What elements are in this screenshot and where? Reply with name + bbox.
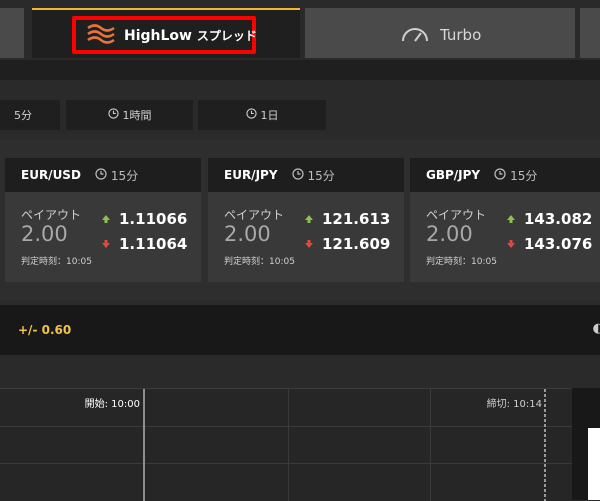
payout-label: ペイアウト (426, 208, 487, 222)
duration-label: 15分 (307, 168, 335, 183)
low-rate[interactable]: 143.076 (506, 235, 592, 253)
chart-side-panel (572, 388, 600, 500)
time-filter-label: 1日 (260, 109, 279, 122)
time-filter-label: 5分 (14, 109, 32, 122)
high-rate[interactable]: 143.082 (506, 210, 592, 228)
duration-label: 15分 (110, 168, 139, 183)
arrow-down-icon (304, 235, 314, 253)
tab-turbo[interactable]: Turbo (305, 8, 575, 58)
grid-line (0, 463, 572, 464)
asset-card-eur-usd[interactable]: EUR/USD 15分 ペイアウト 2.00 判定時刻：10:05 1.1106… (5, 158, 201, 282)
arrow-up-icon (304, 210, 314, 228)
asset-card-eur-jpy[interactable]: EUR/JPY 15分 ペイアウト 2.00 判定時刻：10:05 121.61… (208, 158, 404, 282)
payout-label: ペイアウト (224, 208, 285, 222)
price-chart[interactable]: 開始: 10:00 締切: 10:14 (0, 388, 572, 501)
clock-icon (494, 167, 506, 183)
info-icon-partial[interactable]: ◐ (593, 321, 600, 336)
clock-icon (107, 108, 119, 122)
close-time-label: 締切: 10:14 (486, 399, 542, 410)
card-header: EUR/USD 15分 (5, 158, 201, 192)
side-panel-strip (588, 428, 600, 500)
header-divider (0, 60, 600, 80)
currency-pair: GBP/JPY (426, 168, 481, 182)
arrow-down-icon (101, 235, 111, 253)
time-filter-label: 1時間 (122, 109, 152, 122)
card-header: GBP/JPY 15分 (410, 158, 600, 192)
card-duration: 15分 (291, 167, 335, 184)
grid-line (430, 389, 431, 501)
start-time-label: 開始: 10:00 (84, 399, 140, 410)
asset-card-gbp-jpy[interactable]: GBP/JPY 15分 ペイアウト 2.00 判定時刻：10:05 143.08… (410, 158, 600, 282)
clock-icon (291, 167, 304, 183)
arrow-up-icon (101, 210, 111, 228)
arrow-up-icon (506, 210, 516, 228)
payout-value: 2.00 (21, 222, 68, 246)
high-rate-value: 1.11066 (119, 210, 188, 228)
high-rate-value: 121.613 (322, 210, 391, 228)
card-header: EUR/JPY 15分 (208, 158, 404, 192)
speedometer-icon (400, 22, 430, 48)
payout-value: 2.00 (224, 222, 271, 246)
tab-partial-left[interactable] (0, 8, 24, 58)
tab-highlow-suffix: スプレッド (196, 28, 257, 43)
low-rate-value: 143.076 (524, 235, 593, 253)
grid-line (0, 426, 572, 427)
high-rate[interactable]: 1.11066 (101, 210, 187, 228)
spread-value: +/- 0.60 (18, 323, 72, 337)
judgement-time: 判定時刻：10:05 (21, 257, 92, 267)
highlow-logo-icon (86, 22, 116, 48)
time-filter-1day[interactable]: 1日 (198, 100, 326, 130)
currency-pair: EUR/JPY (224, 168, 278, 182)
high-rate[interactable]: 121.613 (304, 210, 390, 228)
payout-value: 2.00 (426, 222, 473, 246)
clock-icon (95, 167, 107, 183)
time-filter-5min[interactable]: 5分 (0, 100, 60, 130)
grid-line (288, 389, 289, 501)
low-rate-value: 121.609 (322, 235, 391, 253)
low-rate-value: 1.11064 (119, 235, 188, 253)
tab-highlow-spread[interactable]: HighLow スプレッド (32, 8, 300, 58)
start-time-line (143, 389, 145, 501)
tab-highlow-label: HighLow スプレッド (124, 27, 257, 44)
arrow-down-icon (506, 235, 516, 253)
duration-label: 15分 (510, 168, 538, 183)
tab-highlow-name: HighLow (124, 27, 192, 44)
tab-turbo-label: Turbo (440, 26, 482, 44)
clock-icon (245, 108, 257, 122)
time-filter-1hour[interactable]: 1時間 (66, 100, 193, 130)
payout-label: ペイアウト (21, 208, 82, 222)
highlow-tab-highlight: HighLow スプレッド (72, 16, 257, 54)
card-duration: 15分 (494, 167, 537, 184)
card-duration: 15分 (95, 167, 138, 184)
low-rate[interactable]: 121.609 (304, 235, 390, 253)
tab-partial-right[interactable] (580, 8, 600, 58)
spread-bar: +/- 0.60 ◐ (0, 305, 600, 355)
low-rate[interactable]: 1.11064 (101, 235, 187, 253)
judgement-time: 判定時刻：10:05 (224, 257, 295, 267)
judgement-time: 判定時刻：10:05 (426, 257, 497, 267)
high-rate-value: 143.082 (524, 210, 593, 228)
close-time-line (544, 389, 546, 501)
currency-pair: EUR/USD (21, 168, 81, 182)
